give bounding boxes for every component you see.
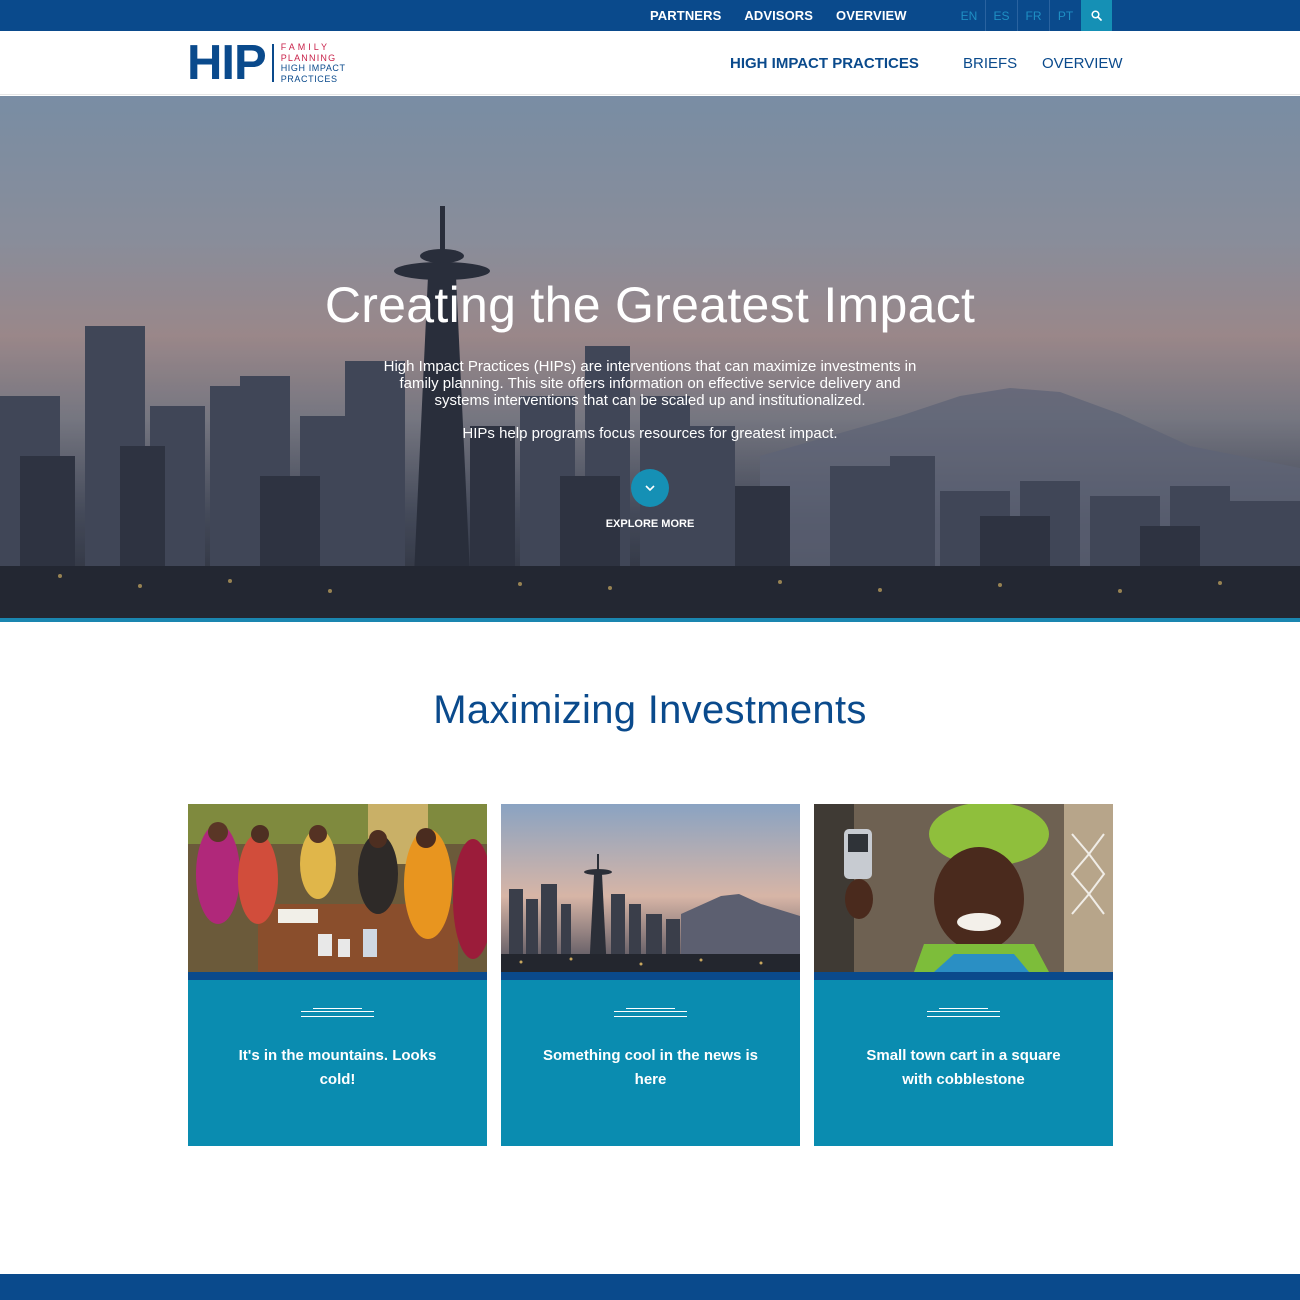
explore-more-label[interactable]: EXPLORE MORE [0, 518, 1300, 530]
card-divider-ornament [614, 1008, 687, 1017]
nav-item-overview[interactable]: OVERVIEW [1042, 55, 1123, 72]
card-image-city-skyline [501, 804, 800, 972]
hero-subtext: HIPs help programs focus resources for g… [462, 425, 838, 442]
hero-title: Creating the Greatest Impact [324, 277, 976, 333]
hero-divider [0, 618, 1300, 622]
card-divider-ornament [927, 1008, 1000, 1017]
language-en[interactable]: EN [953, 0, 985, 31]
card-image-women-group [188, 804, 487, 972]
utility-link-partners[interactable]: PARTNERS [650, 8, 721, 23]
card-accent-strip [501, 972, 800, 980]
search-icon [1091, 10, 1102, 21]
hero-banner: Creating the Greatest Impact High Impact… [0, 96, 1300, 618]
logo-text: FAMILY PLANNING HIGH IMPACT PRACTICES [281, 42, 346, 84]
feature-card[interactable]: It's in the mountains. Looks cold! [188, 804, 487, 1146]
site-header: HIP FAMILY PLANNING HIGH IMPACT PRACTICE… [0, 31, 1300, 95]
language-pt[interactable]: PT [1049, 0, 1081, 31]
search-button[interactable] [1081, 0, 1112, 31]
card-caption[interactable]: It's in the mountains. Looks cold! [224, 1044, 451, 1092]
logo-line-3: HIGH IMPACT [280, 63, 346, 73]
site-logo[interactable]: HIP FAMILY PLANNING HIGH IMPACT PRACTICE… [187, 36, 346, 90]
logo-line-1: FAMILY [280, 42, 331, 52]
utility-nav: PARTNERS ADVISORS OVERVIEW [650, 0, 930, 31]
card-caption[interactable]: Small town cart in a square with cobbles… [850, 1044, 1077, 1092]
utility-link-advisors[interactable]: ADVISORS [744, 8, 813, 23]
chevron-down-icon [645, 485, 655, 492]
hero-overlay [0, 96, 1300, 618]
language-es[interactable]: ES [985, 0, 1017, 31]
logo-mark: HIP [187, 36, 267, 90]
card-caption[interactable]: Something cool in the news is here [537, 1044, 764, 1092]
utility-link-overview[interactable]: OVERVIEW [836, 8, 907, 23]
feature-card[interactable]: Small town cart in a square with cobbles… [814, 804, 1113, 1146]
card-accent-strip [814, 972, 1113, 980]
language-fr[interactable]: FR [1017, 0, 1049, 31]
nav-item-high-impact-practices[interactable]: HIGH IMPACT PRACTICES [730, 55, 919, 72]
card-divider-ornament [301, 1008, 374, 1017]
language-switcher: EN ES FR PT [953, 0, 1081, 31]
section-title: Maximizing Investments [433, 688, 867, 732]
utility-bar: PARTNERS ADVISORS OVERVIEW EN ES FR PT [0, 0, 1300, 31]
logo-divider [271, 44, 274, 82]
feature-card[interactable]: Something cool in the news is here [501, 804, 800, 1146]
card-accent-strip [188, 972, 487, 980]
logo-line-2: PLANNING [280, 52, 337, 63]
logo-line-4: PRACTICES [280, 73, 338, 84]
explore-more-button[interactable] [631, 469, 669, 507]
nav-item-briefs[interactable]: BRIEFS [963, 55, 1017, 72]
card-image-woman-with-phone [814, 804, 1113, 972]
footer-bar [0, 1274, 1300, 1300]
hero-description: High Impact Practices (HIPs) are interve… [383, 358, 917, 409]
